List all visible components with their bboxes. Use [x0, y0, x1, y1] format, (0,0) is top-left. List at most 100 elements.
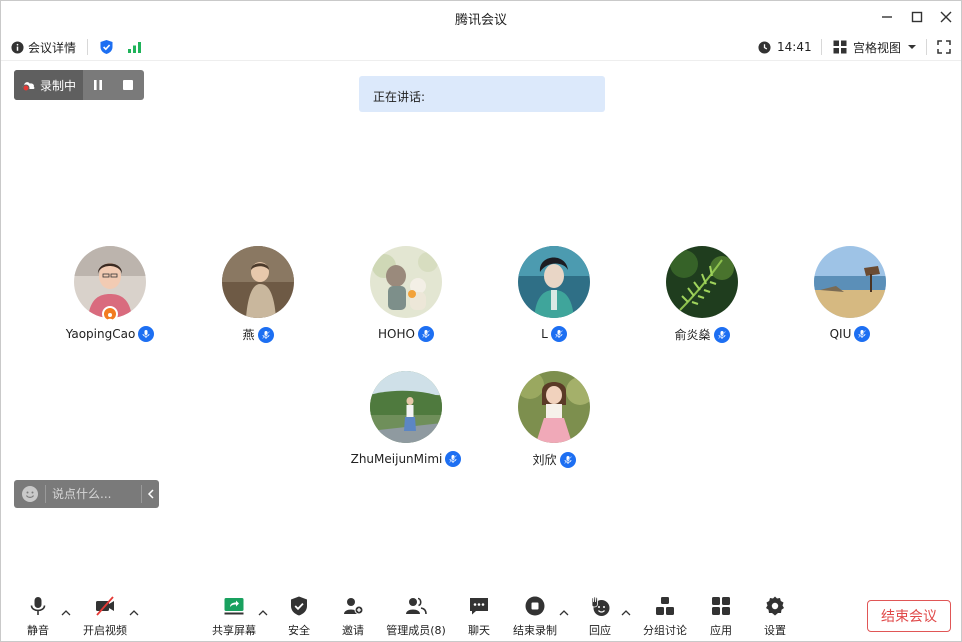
participant-name-row: 俞炎燊 — [637, 326, 767, 343]
stop-recording-toolbar-button[interactable]: 结束录制 — [510, 595, 560, 639]
fullscreen-button[interactable] — [937, 38, 951, 56]
mic-active-icon — [257, 326, 274, 343]
meeting-details-button[interactable]: 会议详情 — [11, 38, 76, 56]
meeting-window: 腾讯会议 会议详情 14:41 宫格视图 录制中 正在讲话: YaopingCa… — [0, 0, 962, 642]
recording-status: 录制中 — [14, 70, 84, 100]
breakout-icon — [656, 597, 674, 615]
recording-label: 录制中 — [40, 78, 77, 93]
participant-name-row: HOHO — [341, 326, 471, 342]
info-bar: 会议详情 14:41 宫格视图 — [1, 33, 961, 61]
apps-icon — [712, 597, 730, 615]
minimize-button[interactable] — [876, 7, 898, 27]
members-label: 管理成员(8) — [386, 624, 446, 637]
speaking-indicator: 正在讲话: — [359, 76, 605, 112]
mic-active-icon — [713, 326, 730, 343]
participant-name-row: QIU — [785, 326, 915, 342]
mic-active-icon — [854, 326, 871, 342]
emoji-icon[interactable] — [22, 486, 38, 502]
members-icon — [406, 597, 427, 615]
view-switcher[interactable]: 宫格视图 — [833, 38, 918, 56]
chat-input[interactable] — [52, 484, 132, 504]
close-button[interactable] — [935, 7, 957, 27]
record-options-caret[interactable] — [558, 603, 570, 616]
avatar — [222, 246, 294, 318]
share-screen-button[interactable]: 共享屏幕 — [208, 595, 260, 639]
apps-label: 应用 — [710, 624, 732, 637]
meeting-timer: 14:41 — [758, 38, 812, 56]
microphone-icon — [30, 597, 46, 615]
signal-bars-icon — [128, 42, 141, 53]
participant-name-row: 刘欣 — [489, 451, 619, 468]
security-button[interactable]: 安全 — [286, 595, 312, 639]
chevron-up-icon — [61, 610, 71, 616]
participant-name-row: L — [489, 326, 619, 342]
divider — [821, 39, 822, 55]
participant-tile[interactable]: 俞炎燊 — [637, 246, 767, 346]
chat-icon — [470, 598, 488, 615]
avatar — [518, 246, 590, 318]
shield-check-icon — [100, 40, 113, 54]
participant-name: 刘欣 — [532, 453, 557, 467]
end-meeting-button[interactable]: 结束会议 — [867, 600, 951, 632]
chat-label: 聊天 — [468, 624, 490, 637]
window-title: 腾讯会议 — [454, 13, 507, 28]
chat-button[interactable]: 聊天 — [466, 595, 492, 639]
network-status[interactable] — [127, 38, 143, 56]
settings-label: 设置 — [764, 624, 786, 637]
start-video-button[interactable]: 开启视频 — [79, 595, 131, 639]
participant-tile[interactable]: YaopingCao — [45, 246, 175, 346]
video-options-caret[interactable] — [128, 603, 140, 616]
settings-button[interactable]: 设置 — [762, 595, 788, 639]
breakout-rooms-button[interactable]: 分组讨论 — [640, 595, 690, 639]
breakout-label: 分组讨论 — [643, 624, 687, 637]
participant-tile[interactable]: 刘欣 — [489, 371, 619, 471]
share-options-caret[interactable] — [257, 603, 269, 616]
participant-name-row: ZhuMeijunMimi — [341, 451, 471, 467]
grid-view-icon — [833, 40, 847, 54]
pause-icon — [94, 80, 103, 90]
reaction-label: 回应 — [589, 624, 611, 637]
divider — [87, 39, 88, 55]
security-status[interactable] — [99, 38, 114, 56]
divider — [926, 39, 927, 55]
mic-on-icon — [138, 326, 155, 342]
collapse-chat-button[interactable] — [145, 486, 157, 502]
raise-hand-emoji-icon — [591, 596, 610, 616]
participant-tile[interactable]: HOHO — [341, 246, 471, 346]
avatar — [370, 371, 442, 443]
host-badge-icon — [102, 306, 118, 322]
meeting-details-label: 会议详情 — [28, 40, 77, 55]
mic-active-icon — [550, 326, 567, 342]
participant-tile[interactable]: QIU — [785, 246, 915, 346]
title-bar: 腾讯会议 — [1, 1, 961, 33]
manage-members-button[interactable]: 管理成员(8) — [384, 595, 448, 639]
video-off-icon — [96, 596, 114, 616]
stop-record-icon — [525, 596, 545, 616]
avatar — [814, 246, 886, 318]
add-user-icon — [344, 598, 364, 615]
chevron-up-icon — [559, 610, 569, 616]
reaction-button[interactable]: 回应 — [587, 595, 613, 639]
invite-label: 邀请 — [342, 624, 364, 637]
video-label: 开启视频 — [83, 624, 127, 637]
participant-tile[interactable]: L — [489, 246, 619, 346]
clock-icon — [758, 40, 771, 54]
reaction-options-caret[interactable] — [620, 603, 632, 616]
invite-button[interactable]: 邀请 — [340, 595, 366, 639]
participant-tile[interactable]: 燕 — [193, 246, 323, 346]
pause-recording-button[interactable] — [83, 70, 113, 100]
maximize-button[interactable] — [906, 7, 928, 27]
caret-down-icon — [908, 45, 917, 49]
participant-name-row: YaopingCao — [45, 326, 175, 342]
audio-options-caret[interactable] — [60, 603, 72, 616]
divider — [45, 485, 46, 503]
participant-name: ZhuMeijunMimi — [350, 452, 443, 466]
stop-recording-button[interactable] — [113, 70, 143, 100]
mic-active-icon — [559, 451, 576, 468]
stop-icon — [123, 80, 134, 90]
chevron-up-icon — [258, 610, 268, 616]
participant-tile[interactable]: ZhuMeijunMimi — [341, 371, 471, 471]
mute-button[interactable]: 静音 — [23, 595, 53, 639]
participant-name: HOHO — [378, 327, 415, 341]
apps-button[interactable]: 应用 — [708, 595, 734, 639]
